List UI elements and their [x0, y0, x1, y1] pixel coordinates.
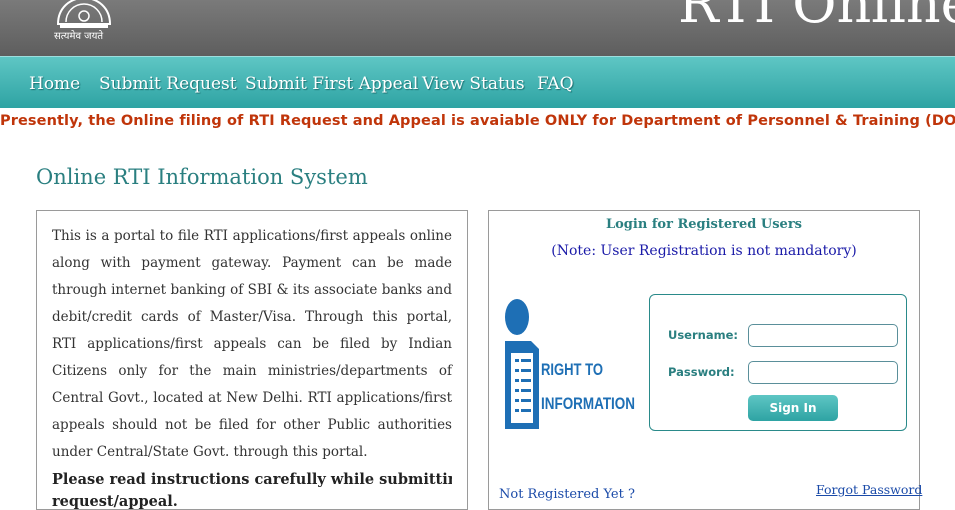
nav-home[interactable]: Home — [29, 74, 80, 94]
sign-in-button[interactable]: Sign In — [748, 395, 838, 421]
registration-note: (Note: User Registration is not mandator… — [551, 243, 857, 259]
info-panel: This is a portal to file RTI application… — [36, 210, 468, 510]
username-input[interactable] — [748, 324, 898, 347]
logo-line-2: INFORMATION — [541, 394, 635, 413]
header: सत्यमेव जयते RTI Online — [0, 0, 955, 56]
login-panel: Login for Registered Users (Note: User R… — [488, 210, 922, 510]
portal-description: This is a portal to file RTI application… — [52, 228, 452, 460]
instructions-note: Please read instructions carefully while… — [52, 471, 452, 488]
forgot-password-link[interactable]: Forgot Password — [816, 482, 922, 497]
page-title: Online RTI Information System — [36, 165, 368, 189]
password-label: Password: — [668, 365, 735, 379]
login-title: Login for Registered Users — [606, 217, 802, 232]
not-registered-link[interactable]: Not Registered Yet ? — [499, 487, 635, 502]
username-label: Username: — [668, 328, 738, 342]
site-title: RTI Online — [678, 0, 955, 35]
login-form: Username: Password: Sign In — [649, 294, 907, 431]
logo-line-1: RIGHT TO — [541, 360, 603, 379]
right-to-information-logo: RIGHT TO INFORMATION — [505, 299, 635, 429]
password-input[interactable] — [748, 361, 898, 384]
nav-submit-first-appeal[interactable]: Submit First Appeal — [245, 74, 418, 94]
emblem-motto: सत्यमेव जयते — [54, 31, 104, 42]
main-navbar: Home Submit Request Submit First Appeal … — [0, 56, 955, 108]
availability-notice: Presently, the Online filing of RTI Requ… — [0, 113, 955, 129]
nav-faq[interactable]: FAQ — [537, 74, 574, 94]
nav-submit-request[interactable]: Submit Request — [99, 74, 237, 94]
instructions-note-cont: request/appeal. — [52, 493, 178, 510]
nav-view-status[interactable]: View Status — [422, 74, 525, 94]
ashoka-emblem-icon — [56, 0, 112, 28]
